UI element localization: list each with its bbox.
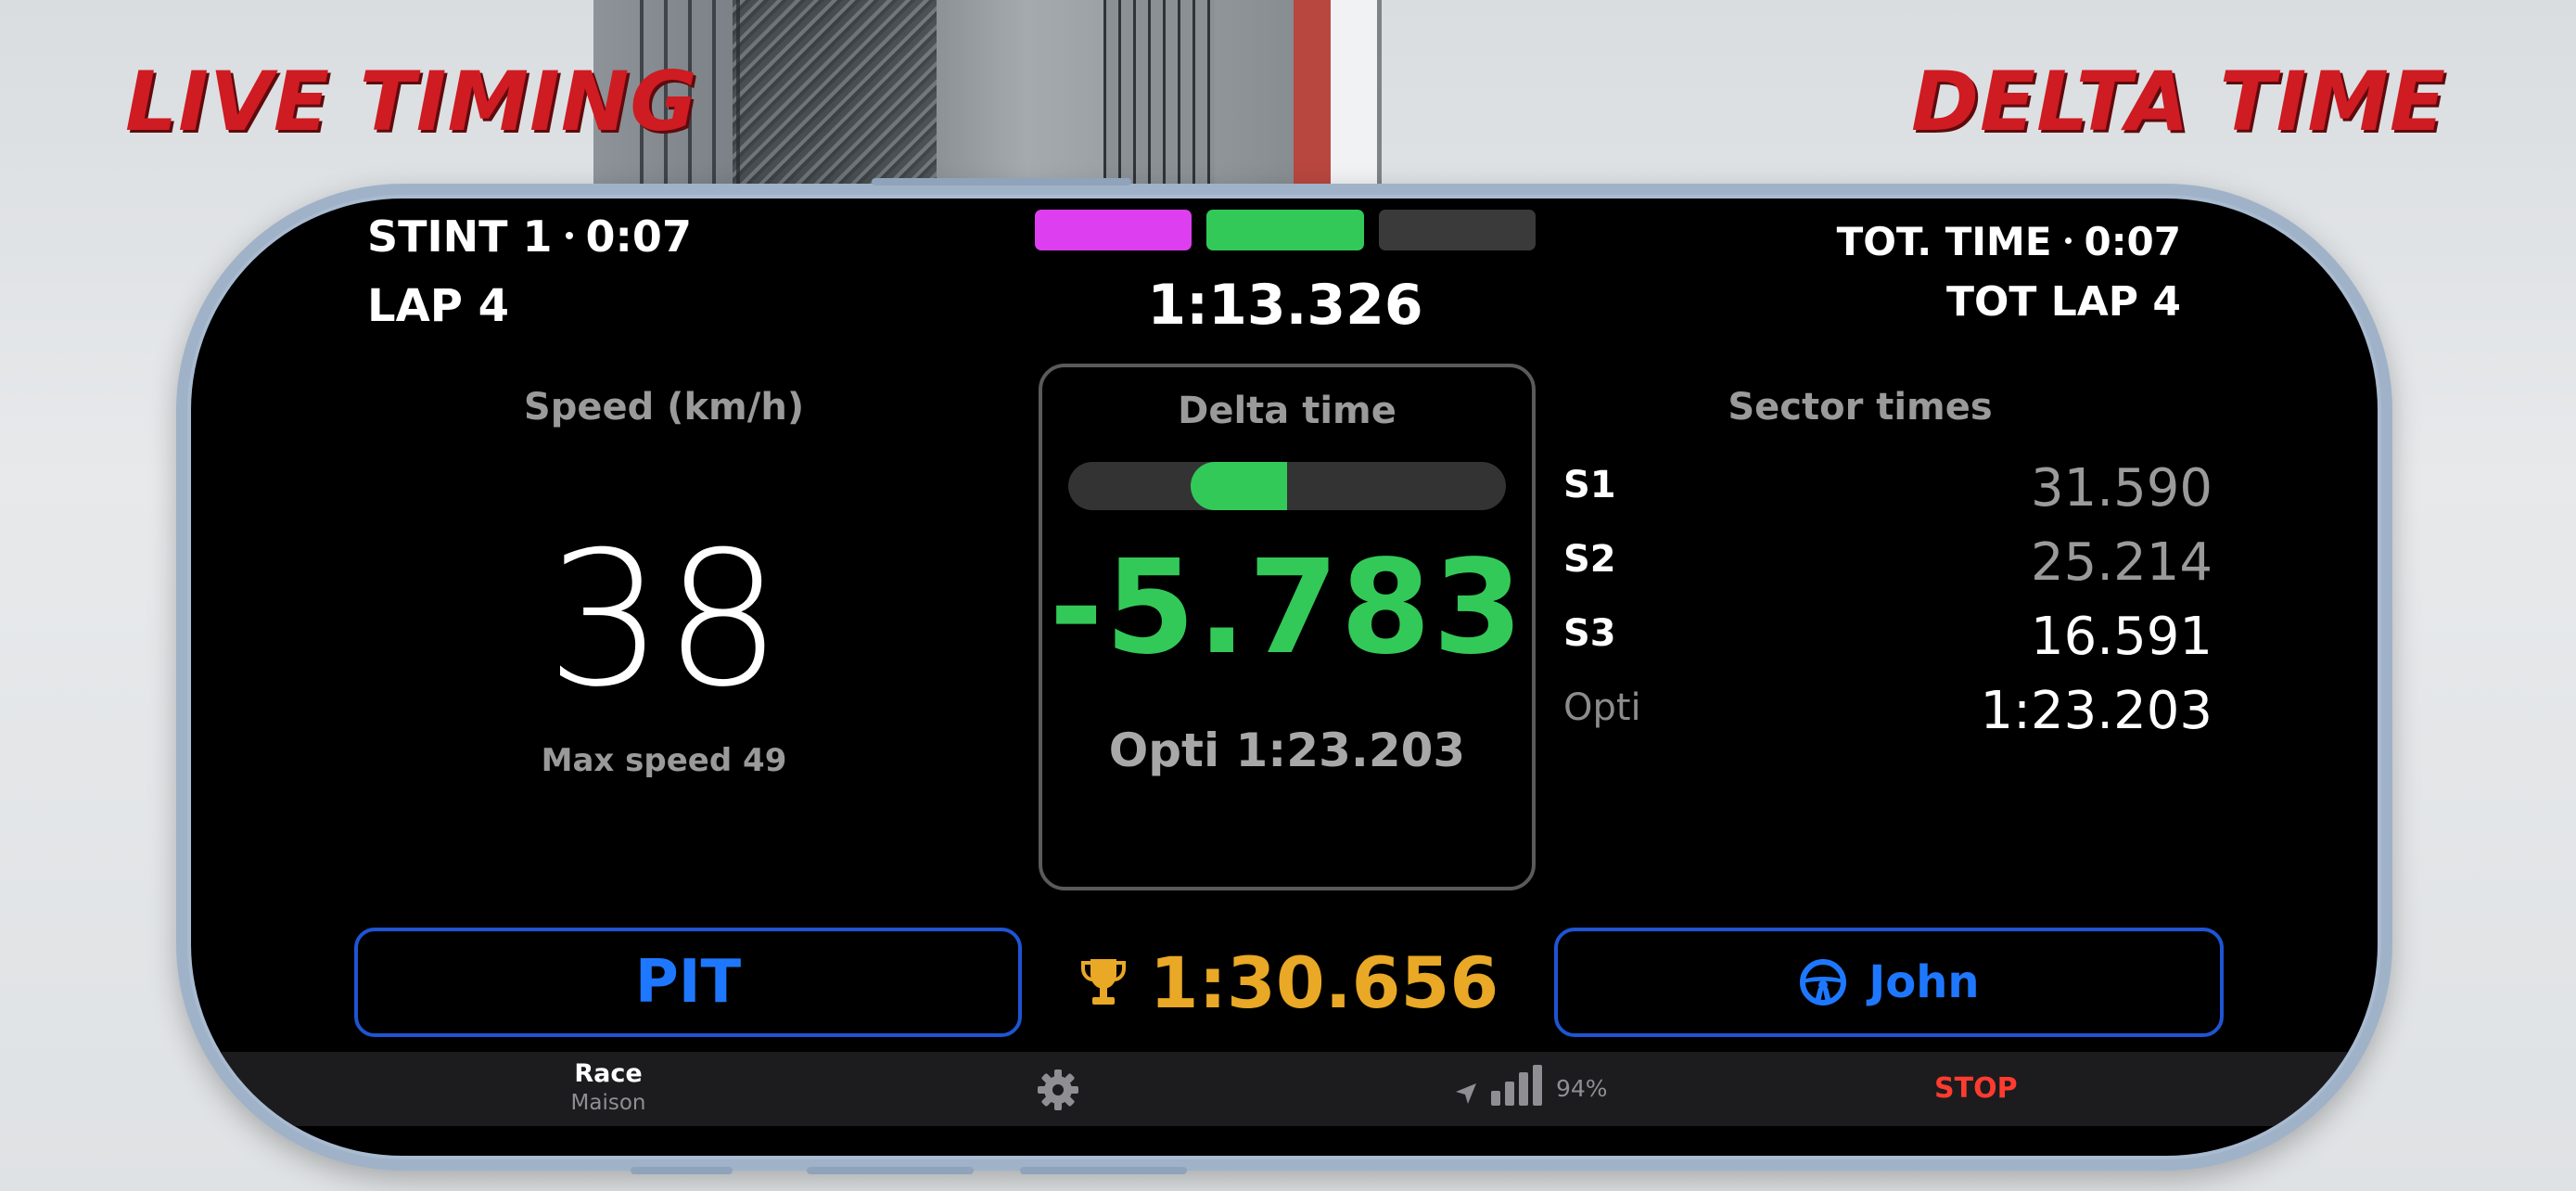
battery-percent: 94% <box>1556 1075 1608 1102</box>
sector-row: S1 31.590 <box>1563 453 2213 527</box>
signal-bars-icon <box>1491 1065 1542 1106</box>
speed-value: 38 <box>545 512 783 728</box>
headline-delta-time: DELTA TIME <box>1910 54 2446 149</box>
gear-icon[interactable] <box>1035 1067 1081 1113</box>
location-arrow-icon <box>1456 1083 1476 1104</box>
pit-button[interactable]: PIT <box>354 928 1022 1037</box>
sector-label: S3 <box>1563 612 1616 655</box>
delta-value: -5.783 <box>1049 532 1525 684</box>
delta-bar-track <box>1068 462 1506 510</box>
total-time-value: 0:07 <box>2084 219 2181 264</box>
sector-times-title: Sector times <box>1728 386 1993 429</box>
lap-number: LAP 4 <box>367 280 510 332</box>
bottom-status-bar: Race Maison 94% STOP <box>191 1052 2378 1126</box>
sector-bar-3 <box>1378 210 1536 250</box>
stint-info: STINT 1 0:07 <box>367 211 692 262</box>
headline-live-timing: LIVE TIMING <box>125 54 698 149</box>
stop-button[interactable]: STOP <box>1934 1072 2018 1105</box>
total-lap: TOT LAP 4 <box>1945 278 2181 326</box>
current-lap-time: 1:13.326 <box>1147 273 1423 338</box>
driver-button[interactable]: John <box>1554 928 2224 1037</box>
race-label: Race <box>574 1059 643 1088</box>
sector-label: Opti <box>1563 686 1641 729</box>
sector-value: 31.590 <box>2031 458 2213 519</box>
sector-value: 1:23.203 <box>1980 681 2213 741</box>
volume-button <box>807 1167 974 1174</box>
sector-row: S3 16.591 <box>1563 601 2213 675</box>
race-sublabel: Maison <box>570 1091 646 1115</box>
steering-wheel-icon <box>1800 959 1847 1005</box>
driver-name: John <box>1868 956 1980 1008</box>
sector-value: 25.214 <box>2031 532 2213 593</box>
sector-label: S2 <box>1563 538 1616 581</box>
sector-bar-1 <box>1035 210 1192 250</box>
sector-row: S2 25.214 <box>1563 527 2213 601</box>
pit-button-label: PIT <box>634 948 742 1017</box>
max-speed: Max speed 49 <box>541 742 787 779</box>
stint-label: STINT 1 <box>367 211 553 262</box>
optimal-lap: Opti 1:23.203 <box>1108 724 1466 777</box>
device-status: 94% <box>1454 1065 1608 1106</box>
best-lap-time: 1:30.656 <box>1149 941 1499 1024</box>
best-lap: 1:30.656 <box>1035 931 1545 1033</box>
delta-title: Delta time <box>1178 390 1396 432</box>
sector-bar-2 <box>1206 210 1364 250</box>
speed-title: Speed (km/h) <box>523 386 805 429</box>
app-screen: STINT 1 0:07 LAP 4 1:13.326 TOT. TIME 0:07… <box>191 198 2378 1156</box>
sector-row: Opti 1:23.203 <box>1563 675 2213 749</box>
trophy-icon <box>1080 959 1126 1005</box>
volume-button <box>1020 1167 1187 1174</box>
sector-progress-bars <box>1035 210 1536 250</box>
sector-value: 16.591 <box>2031 607 2213 667</box>
total-time-label: TOT. TIME <box>1836 219 2052 264</box>
sector-times-list: S1 31.590 S2 25.214 S3 16.591 Opti 1:23.… <box>1563 453 2213 749</box>
volume-button <box>631 1167 733 1174</box>
stint-time: 0:07 <box>585 211 692 262</box>
sector-label: S1 <box>1563 464 1616 506</box>
total-time: TOT. TIME 0:07 <box>1837 219 2181 264</box>
phone-side-button <box>872 178 1131 186</box>
delta-bar-fill <box>1191 462 1287 510</box>
delta-time-card: Delta time -5.783 Opti 1:23.203 <box>1039 364 1536 890</box>
